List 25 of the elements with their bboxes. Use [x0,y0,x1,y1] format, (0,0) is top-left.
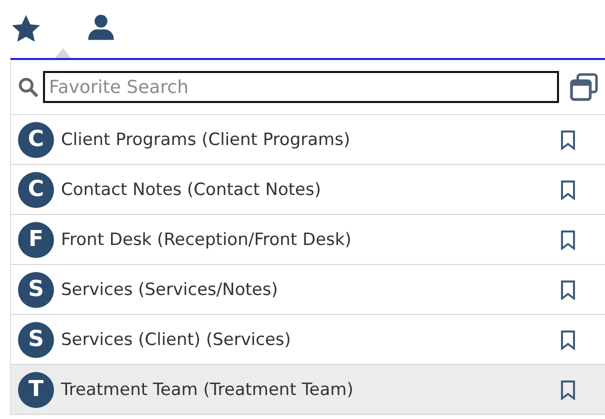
bookmark-icon[interactable] [560,380,576,400]
pointer-icon [55,48,71,58]
letter-badge: C [18,172,54,208]
favorite-label: Services (Services/Notes) [61,280,279,300]
letter-badge: S [18,272,54,308]
letter-badge: S [18,322,54,358]
favorite-label: Client Programs (Client Programs) [61,130,352,150]
letter-badge: C [18,122,54,158]
bookmark-icon[interactable] [560,180,576,200]
letter-badge: F [18,222,54,258]
favorite-item[interactable]: T Treatment Team (Treatment Team) [11,365,605,415]
windows-icon[interactable] [569,72,599,102]
bookmark-icon[interactable] [560,230,576,250]
favorite-label: Front Desk (Reception/Front Desk) [61,230,352,250]
favorite-label: Contact Notes (Contact Notes) [61,180,322,200]
search-icon [17,76,39,98]
favorite-label: Treatment Team (Treatment Team) [61,380,354,400]
favorite-label: Services (Client) (Services) [61,330,292,350]
search-field[interactable]: Favorite Search [43,71,559,103]
person-icon[interactable] [87,12,115,42]
letter-badge: T [18,372,54,408]
bookmark-icon[interactable] [560,130,576,150]
bookmark-icon[interactable] [560,280,576,300]
star-icon[interactable] [9,13,43,45]
bookmark-icon[interactable] [560,330,576,350]
